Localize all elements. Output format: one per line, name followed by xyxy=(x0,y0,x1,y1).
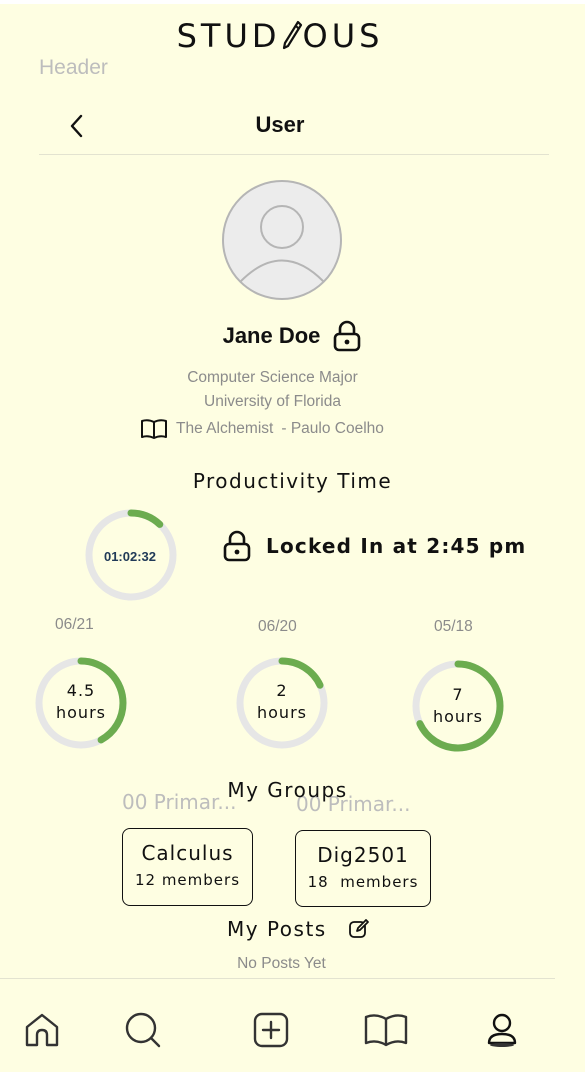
lock-icon xyxy=(334,320,361,352)
group-card[interactable]: Calculus 12 members xyxy=(122,828,253,906)
posts-header: My Posts xyxy=(227,917,371,941)
book-author: - Paulo Coelho xyxy=(281,420,384,437)
edit-icon[interactable] xyxy=(347,917,371,941)
favorite-book: The Alchemist - Paulo Coelho xyxy=(140,418,384,440)
history-hours-unit: hours xyxy=(257,703,307,722)
book-icon xyxy=(141,419,167,439)
search-icon[interactable] xyxy=(124,1011,162,1049)
book-icon[interactable] xyxy=(364,1011,408,1049)
history-hours-value: 7 xyxy=(452,685,464,704)
history-hours-unit: hours xyxy=(56,703,106,722)
book-title: The Alchemist xyxy=(176,420,274,437)
productivity-heading: Productivity Time xyxy=(192,469,393,493)
home-icon[interactable] xyxy=(23,1011,61,1049)
group-card[interactable]: Dig2501 18 members xyxy=(295,830,431,907)
profile-major: Computer Science Major xyxy=(187,369,358,386)
app-screen: STUD OUS Header User Jane Doe Computer Sc… xyxy=(0,4,585,1072)
locked-status-text: Locked In at 2:45 pm xyxy=(266,534,527,558)
history-value: 7 hours xyxy=(412,684,504,728)
locked-status: Locked In at 2:45 pm xyxy=(222,530,526,562)
lock-icon xyxy=(223,530,251,562)
profile-name: Jane Doe xyxy=(222,323,321,348)
profile-icon[interactable] xyxy=(483,1011,521,1049)
history-date: 06/20 xyxy=(258,618,297,635)
page-title: User xyxy=(255,112,305,137)
history-date: 05/18 xyxy=(434,618,473,635)
group-name: Dig2501 xyxy=(317,843,409,867)
history-value: 4.5 hours xyxy=(35,680,127,724)
add-icon[interactable] xyxy=(252,1011,290,1049)
app-logo: STUD OUS xyxy=(0,18,560,54)
header-divider xyxy=(39,154,549,155)
group-member-count: 18 members xyxy=(307,873,419,891)
avatar[interactable] xyxy=(221,179,343,301)
profile-university: University of Florida xyxy=(204,393,341,410)
logo-text-left: STUD xyxy=(176,17,281,55)
history-hours-value: 4.5 xyxy=(66,681,96,700)
history-value: 2 hours xyxy=(236,680,328,724)
header-placeholder: Header xyxy=(39,56,108,79)
timer-value: 01:02:32 xyxy=(103,549,157,564)
no-posts-message: No Posts Yet xyxy=(237,955,326,972)
posts-heading: My Posts xyxy=(227,917,327,941)
pencil-icon xyxy=(282,20,302,50)
group-name: Calculus xyxy=(141,841,234,865)
groups-heading: My Groups xyxy=(227,778,348,802)
nav-divider xyxy=(0,978,555,979)
history-hours-unit: hours xyxy=(433,707,483,726)
profile-name-row: Jane Doe xyxy=(0,320,585,352)
group-member-count: 12 members xyxy=(134,871,241,889)
history-hours-value: 2 xyxy=(276,681,288,700)
logo-text-right: OUS xyxy=(302,17,384,55)
history-date: 06/21 xyxy=(55,616,94,633)
